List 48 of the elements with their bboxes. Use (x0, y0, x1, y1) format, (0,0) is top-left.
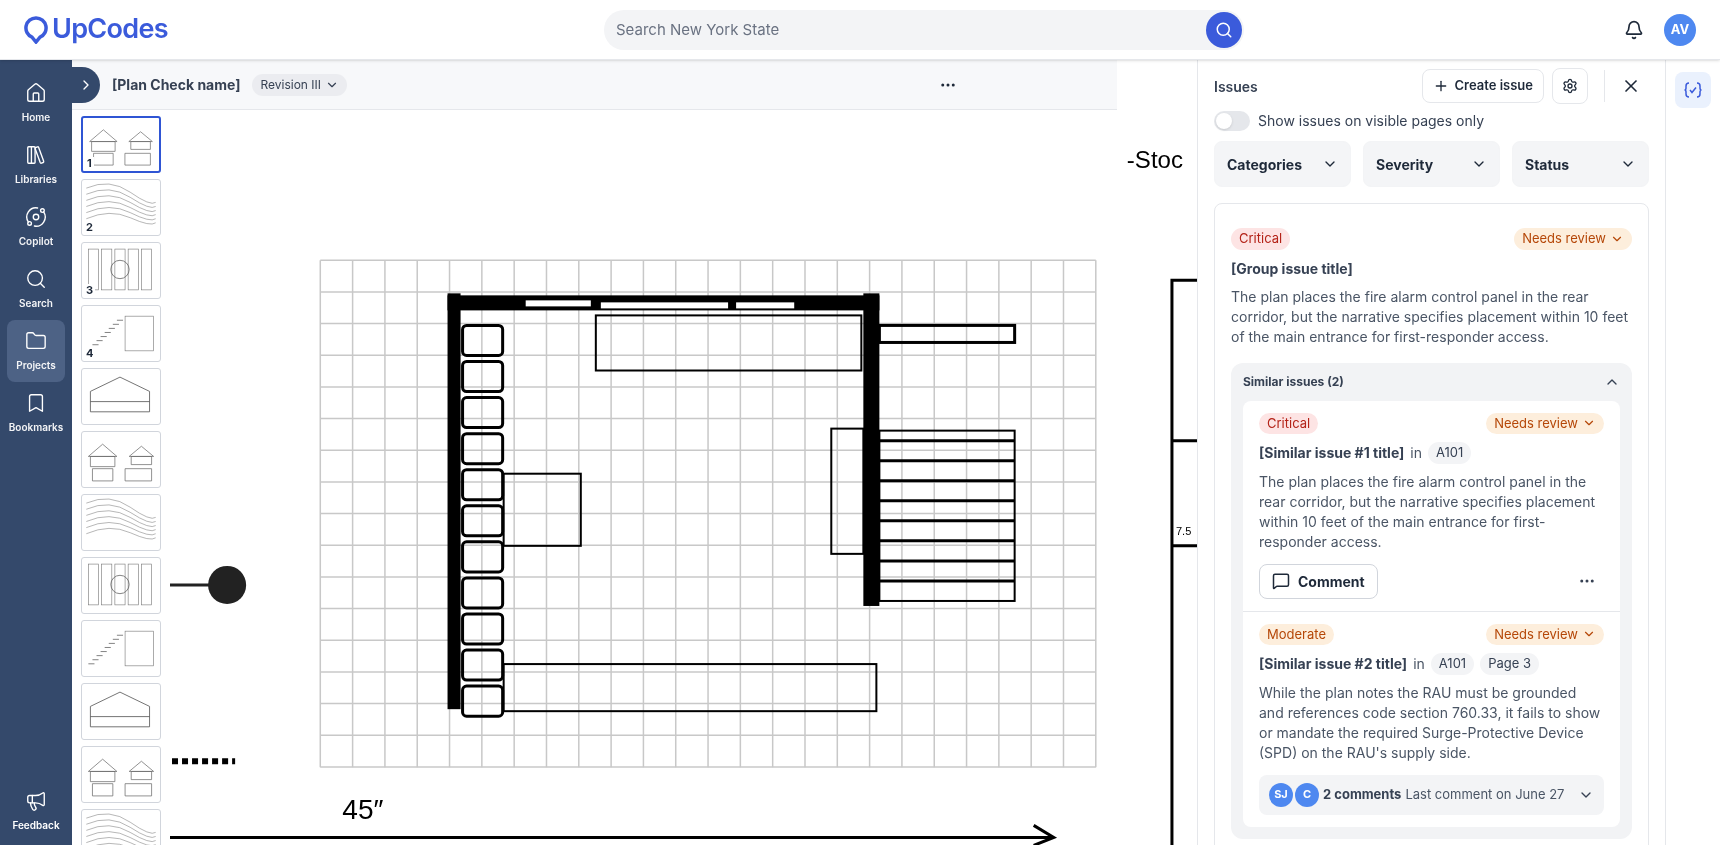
avatar: C (1295, 782, 1319, 807)
plan-check-title: [Plan Check name] (112, 75, 241, 95)
comment-count: 2 comments (1323, 784, 1402, 804)
sheet-tag: A101 (1430, 653, 1475, 675)
issue-description: The plan places the fire alarm control panel in the rear corridor, but the narrative specifies placement within 10 feet of the main entrance for first-responder access. (1259, 471, 1597, 552)
nav-item[interactable]: Search (7, 258, 65, 320)
nav-item[interactable]: Libraries (7, 134, 65, 196)
issue-title: [Group issue title] (1231, 258, 1354, 279)
page-thumbnail[interactable]: 2 (81, 179, 161, 236)
toggle-label: Show issues on visible pages only (1258, 111, 1485, 131)
review-status-dropdown[interactable]: Needs review (1486, 623, 1604, 645)
revision-dropdown[interactable]: Revision III (252, 73, 347, 96)
comment-button[interactable]: Comment (1259, 563, 1378, 599)
severity-badge: Critical (1259, 412, 1319, 434)
last-comment-date: Last comment on June 27 (1405, 784, 1565, 804)
dimension-label: 45″ (342, 794, 384, 826)
in-label: in (1413, 654, 1425, 675)
issue-description: While the plan notes the RAU must be grounded and references code section 760.33, it fails to show or mandate the required Surge-Protective Device (SPD) on the RAU's supply side. (1259, 682, 1602, 763)
create-issue-button[interactable]: Create issue (1421, 69, 1544, 103)
filter-dropdown[interactable]: Categories (1214, 141, 1351, 187)
severity-badge: Moderate (1259, 623, 1334, 645)
filter-dropdown[interactable]: Status (1512, 141, 1649, 187)
page-thumbnail[interactable]: 1 (81, 116, 161, 173)
issue-description: The plan places the fire alarm control panel in the rear corridor, but the narrative specifies placement within 10 feet of the main entrance for first-responder access. (1231, 286, 1630, 347)
issue-title: [Similar issue #1 title] (1259, 443, 1405, 464)
comments-summary[interactable]: SJ C 2 comments Last comment on June 27 (1259, 774, 1604, 815)
brand-logo[interactable]: UpCodes (52, 9, 168, 50)
page-thumbnail[interactable]: 4 (81, 305, 161, 362)
nav-item[interactable]: Projects (7, 320, 65, 382)
search-field[interactable]: Search New York State (604, 9, 1244, 50)
nav-item[interactable]: Bookmarks (7, 382, 65, 444)
review-status-dropdown[interactable]: Needs review (1486, 412, 1604, 434)
panel-title: Issues (1214, 76, 1258, 97)
feedback-nav-item[interactable]: Feedback (12, 790, 60, 833)
nav-item[interactable]: Home (7, 72, 65, 134)
similar-issues-toggle[interactable]: Similar issues (2) (1243, 362, 1620, 401)
in-label: in (1410, 443, 1423, 464)
sheet-tag: Page 3 (1480, 653, 1539, 675)
filter-dropdown[interactable]: Severity (1363, 141, 1500, 187)
nav-item[interactable]: Copilot (7, 196, 65, 258)
page-thumbnail[interactable]: 3 (81, 242, 161, 299)
dimension-label: 7.5 (1175, 524, 1192, 537)
review-status-dropdown[interactable]: Needs review (1514, 228, 1632, 250)
avatar: SJ (1269, 782, 1293, 807)
severity-badge: Critical (1231, 228, 1291, 250)
drawing-label: -Stoc (1126, 146, 1183, 174)
issue-title: [Similar issue #2 title] (1259, 654, 1408, 675)
sheet-tag: A101 (1428, 442, 1472, 464)
